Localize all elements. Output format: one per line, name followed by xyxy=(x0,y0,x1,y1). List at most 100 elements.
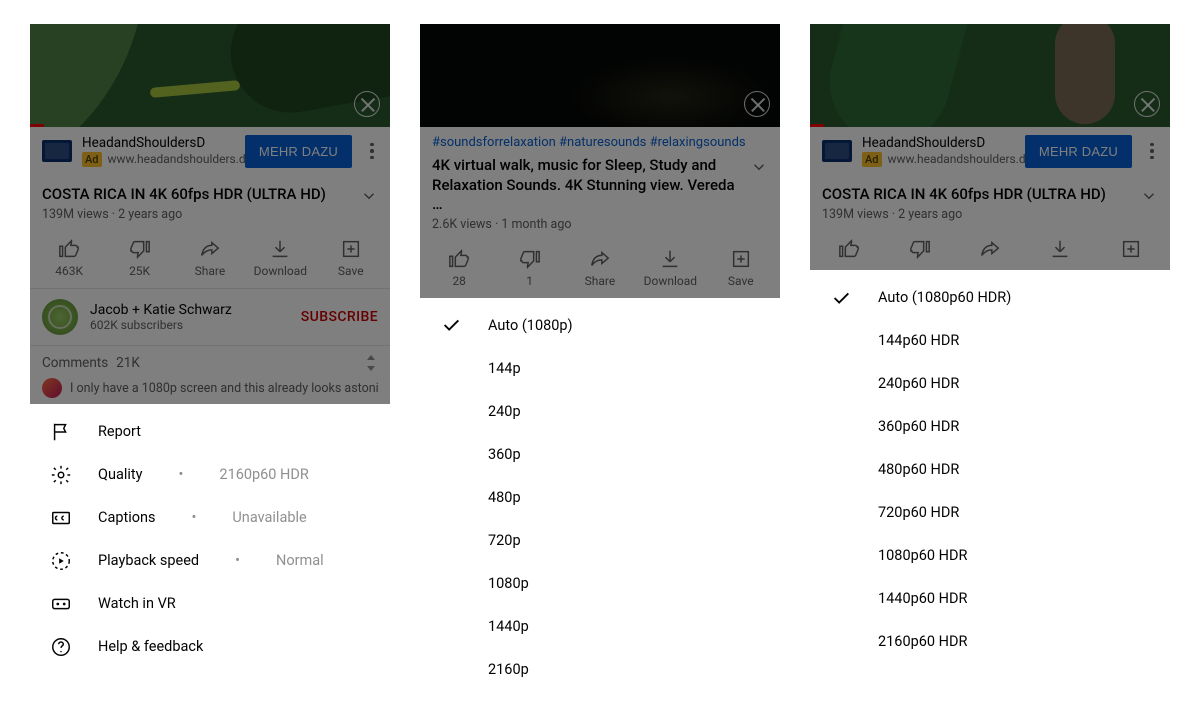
save-button[interactable] xyxy=(1101,238,1161,260)
action-bar: 463K 25K Share Download Save xyxy=(30,232,390,289)
ad-title[interactable]: HeadandShouldersD xyxy=(82,135,235,152)
video-title[interactable]: COSTA RICA IN 4K 60fps HDR (ULTRA HD) xyxy=(822,185,1132,205)
progress-bar[interactable] xyxy=(30,124,44,127)
menu-captions[interactable]: Captions•Unavailable xyxy=(30,496,390,539)
menu-quality[interactable]: Quality•2160p60 HDR xyxy=(30,453,390,496)
speed-value: Normal xyxy=(276,552,324,569)
gear-icon xyxy=(50,464,72,486)
share-button[interactable]: Share xyxy=(570,248,630,288)
quality-option[interactable]: 720p60 HDR xyxy=(810,491,1170,534)
channel-avatar[interactable] xyxy=(42,299,78,335)
quality-option[interactable]: 480p xyxy=(420,476,780,519)
quality-option[interactable]: 240p xyxy=(420,390,780,433)
video-meta: 2.6K views · 1 month ago xyxy=(420,217,780,242)
save-button[interactable]: Save xyxy=(711,248,771,288)
quality-option[interactable]: 144p60 HDR xyxy=(810,319,1170,362)
comments-section[interactable]: Comments 21K I only have a 1080p screen … xyxy=(30,346,390,404)
quality-option[interactable]: 360p xyxy=(420,433,780,476)
action-bar: 28 1 Share Download Save xyxy=(420,242,780,298)
quality-option[interactable]: 2160p60 HDR xyxy=(810,620,1170,663)
comments-label: Comments xyxy=(42,355,108,371)
video-title[interactable]: COSTA RICA IN 4K 60fps HDR (ULTRA HD) xyxy=(42,185,352,205)
quality-option[interactable]: 240p60 HDR xyxy=(810,362,1170,405)
comments-count: 21K xyxy=(116,355,140,371)
menu-watch-vr[interactable]: Watch in VR xyxy=(30,582,390,625)
video-page-dimmed: HeadandShouldersD Ad www.headandshoulder… xyxy=(810,24,1170,270)
save-button[interactable]: Save xyxy=(321,238,381,278)
quality-option[interactable]: 480p60 HDR xyxy=(810,448,1170,491)
dislike-button[interactable]: 1 xyxy=(500,248,560,288)
flag-icon xyxy=(50,421,72,443)
download-button[interactable] xyxy=(1030,238,1090,260)
channel-watermark-icon xyxy=(354,91,380,117)
ad-brand-icon xyxy=(42,140,72,162)
channel-name[interactable]: Jacob + Katie Schwarz xyxy=(90,302,289,318)
download-button[interactable]: Download xyxy=(640,248,700,288)
video-thumbnail[interactable] xyxy=(810,24,1170,127)
play-speed-icon xyxy=(50,550,72,572)
video-page-dimmed: HeadandShouldersD Ad www.headandshoulder… xyxy=(30,24,390,404)
like-button[interactable] xyxy=(819,238,879,260)
video-title[interactable]: 4K virtual walk, music for Sleep, Study … xyxy=(432,156,742,215)
vr-icon xyxy=(50,593,72,615)
help-icon xyxy=(50,636,72,658)
quality-value: 2160p60 HDR xyxy=(219,466,308,483)
ad-row: HeadandShouldersD Ad www.headandshoulder… xyxy=(810,127,1170,175)
sort-icon[interactable] xyxy=(364,354,378,372)
panel-mid: #soundsforrelaxation #naturesounds #rela… xyxy=(420,24,780,701)
share-icon xyxy=(979,238,1001,260)
chevron-down-icon[interactable] xyxy=(360,187,378,205)
share-icon xyxy=(199,238,221,260)
captions-value: Unavailable xyxy=(232,509,306,526)
ad-more-icon[interactable] xyxy=(362,143,382,160)
quality-option[interactable]: 1440p60 HDR xyxy=(810,577,1170,620)
menu-report[interactable]: Report xyxy=(30,410,390,453)
ad-badge: Ad xyxy=(82,152,102,168)
chevron-down-icon[interactable] xyxy=(1140,187,1158,205)
quality-option[interactable]: 1080p xyxy=(420,562,780,605)
thumb-down-icon xyxy=(909,238,931,260)
panel-left: HeadandShouldersD Ad www.headandshoulder… xyxy=(30,24,390,678)
like-button[interactable]: 28 xyxy=(429,248,489,288)
like-button[interactable]: 463K xyxy=(39,238,99,278)
quality-option[interactable]: 144p xyxy=(420,347,780,390)
action-bar xyxy=(810,232,1170,270)
video-meta: 139M views · 2 years ago xyxy=(30,207,390,232)
menu-playback-speed[interactable]: Playback speed•Normal xyxy=(30,539,390,582)
progress-bar[interactable] xyxy=(810,124,824,127)
menu-help-feedback[interactable]: Help & feedback xyxy=(30,625,390,668)
quality-option[interactable]: 720p xyxy=(420,519,780,562)
save-icon xyxy=(340,238,362,260)
quality-option[interactable]: 2160p xyxy=(420,648,780,691)
quality-option-auto[interactable]: Auto (1080p60 HDR) xyxy=(810,276,1170,319)
download-icon xyxy=(1049,238,1071,260)
video-meta: 139M views · 2 years ago xyxy=(810,207,1170,232)
subscribe-button[interactable]: SUBSCRIBE xyxy=(301,309,378,325)
dislike-button[interactable]: 25K xyxy=(110,238,170,278)
video-thumbnail[interactable] xyxy=(420,24,780,127)
save-icon xyxy=(1120,238,1142,260)
ad-cta-button[interactable]: MEHR DAZU xyxy=(245,135,352,168)
chevron-down-icon[interactable] xyxy=(750,158,768,176)
quality-option[interactable]: 360p60 HDR xyxy=(810,405,1170,448)
share-button[interactable] xyxy=(960,238,1020,260)
quality-option[interactable]: 1440p xyxy=(420,605,780,648)
thumb-up-icon xyxy=(58,238,80,260)
check-icon xyxy=(830,287,852,309)
download-button[interactable]: Download xyxy=(250,238,310,278)
video-hashtags[interactable]: #soundsforrelaxation #naturesounds #rela… xyxy=(420,127,780,154)
check-icon xyxy=(440,314,462,336)
share-button[interactable]: Share xyxy=(180,238,240,278)
dislike-button[interactable] xyxy=(890,238,950,260)
channel-watermark-icon xyxy=(1134,91,1160,117)
quality-option-auto[interactable]: Auto (1080p) xyxy=(420,304,780,347)
ad-cta-button[interactable]: MEHR DAZU xyxy=(1025,135,1132,168)
ad-title[interactable]: HeadandShouldersD xyxy=(862,135,1015,152)
channel-subs: 602K subscribers xyxy=(90,318,289,332)
ad-more-icon[interactable] xyxy=(1142,143,1162,160)
video-thumbnail[interactable] xyxy=(30,24,390,127)
channel-row[interactable]: Jacob + Katie Schwarz 602K subscribers S… xyxy=(30,289,390,346)
quality-option[interactable]: 1080p60 HDR xyxy=(810,534,1170,577)
video-page-dimmed: #soundsforrelaxation #naturesounds #rela… xyxy=(420,24,780,298)
panel-right: HeadandShouldersD Ad www.headandshoulder… xyxy=(810,24,1170,673)
